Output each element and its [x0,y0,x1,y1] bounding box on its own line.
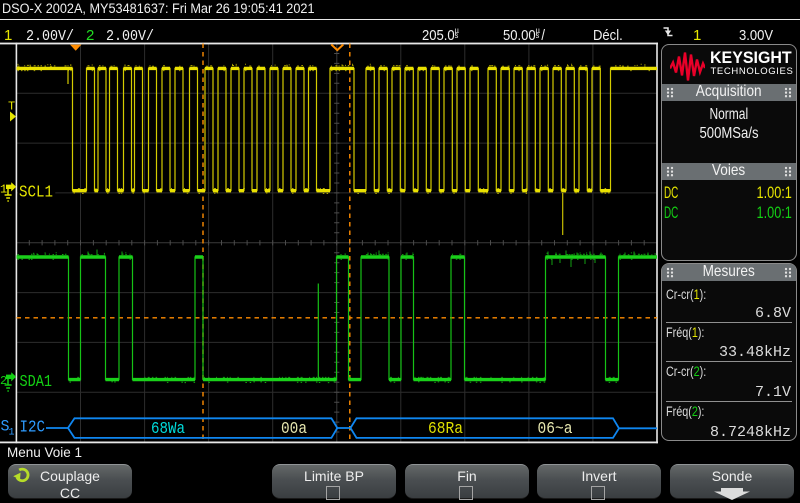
svg-text:68Ra: 68Ra [428,419,463,438]
svg-text:SCL1: SCL1 [19,183,53,202]
svg-text:68Wa: 68Wa [151,419,185,438]
svg-text:T: T [8,100,15,114]
svg-text:00a: 00a [281,419,307,438]
svg-text:06~a: 06~a [538,419,573,438]
svg-text:SDA1: SDA1 [20,373,53,392]
svg-text:I2C: I2C [20,418,46,437]
svg-text:1: 1 [9,428,15,439]
